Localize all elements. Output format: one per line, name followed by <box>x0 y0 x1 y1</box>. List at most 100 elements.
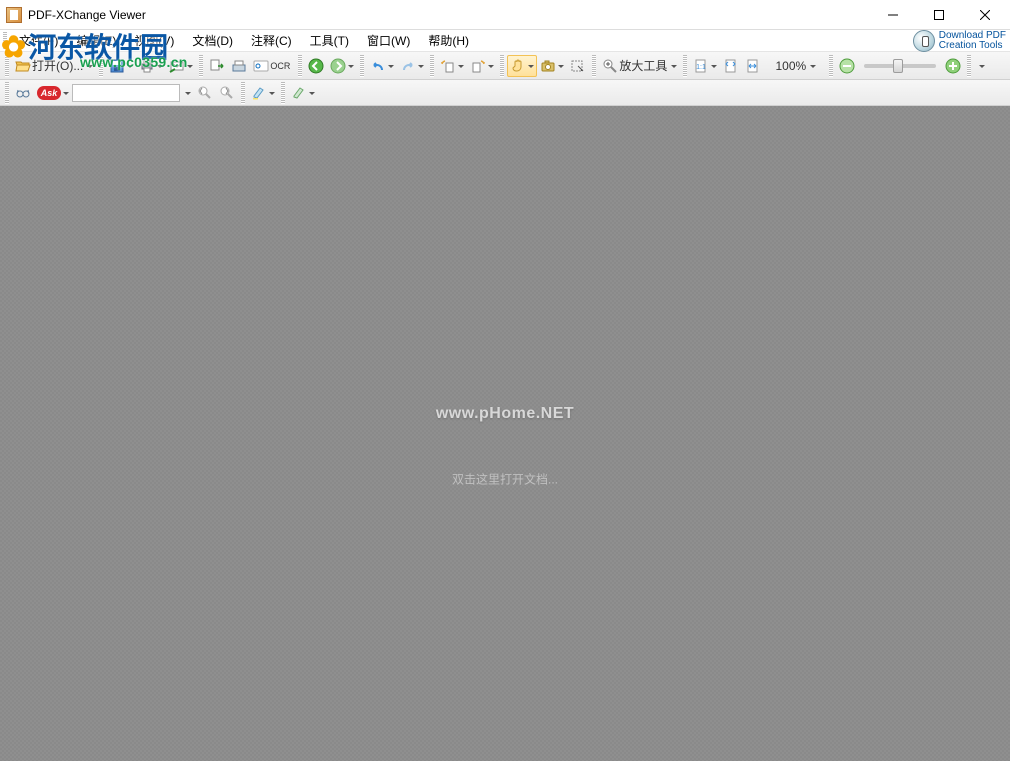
undo-button[interactable] <box>367 55 397 77</box>
toolbar-grip[interactable] <box>99 55 103 77</box>
scan-button[interactable] <box>228 55 250 77</box>
toolbar-grip[interactable] <box>199 55 203 77</box>
toolbar-grip[interactable] <box>298 55 302 77</box>
zoom-slider[interactable] <box>864 64 936 68</box>
app-icon <box>6 7 22 23</box>
zoom-tool-button[interactable]: 放大工具 <box>599 55 680 77</box>
select-icon <box>570 58 586 74</box>
menu-comment[interactable]: 注释(C) <box>242 30 301 51</box>
toolbar-grip[interactable] <box>5 82 9 104</box>
back-icon <box>308 58 324 74</box>
open-label: 打开(O)... <box>31 57 85 74</box>
zoom-level-combo[interactable]: 100% <box>764 55 826 77</box>
search-input[interactable] <box>72 84 180 102</box>
more-button[interactable] <box>974 55 988 77</box>
highlight-icon <box>251 85 267 101</box>
zoom-slider-thumb[interactable] <box>893 59 903 73</box>
save-button[interactable] <box>106 55 136 77</box>
back-button[interactable] <box>305 55 327 77</box>
redo-icon <box>400 58 416 74</box>
empty-hint-text: 双击这里打开文档... <box>452 471 558 488</box>
glasses-button[interactable] <box>12 82 34 104</box>
menu-window[interactable]: 窗口(W) <box>358 30 419 51</box>
toolbar-grip[interactable] <box>281 82 285 104</box>
ocr-label: OCR <box>269 61 292 71</box>
menu-file[interactable]: 文件(F) <box>10 30 67 51</box>
hand-tool-button[interactable] <box>507 55 537 77</box>
toolbar-grip[interactable] <box>592 55 596 77</box>
undo-icon <box>370 58 386 74</box>
toolbar-grip[interactable] <box>829 55 833 77</box>
print-icon <box>139 58 155 74</box>
toolbar-grip[interactable] <box>360 55 364 77</box>
download-label-line2: Creation Tools <box>939 41 1006 52</box>
toolbar-grip[interactable] <box>241 82 245 104</box>
zoom-icon <box>602 58 618 74</box>
snapshot-button[interactable] <box>537 55 567 77</box>
rotate-ccw-icon <box>440 58 456 74</box>
mail-button[interactable] <box>166 55 196 77</box>
rotate-cw-icon <box>470 58 486 74</box>
download-tools-icon <box>913 30 935 52</box>
find-prev-button[interactable] <box>194 82 216 104</box>
toolbar-grip[interactable] <box>5 55 9 77</box>
title-bar: PDF-XChange Viewer <box>0 0 1010 30</box>
actual-size-icon: 1:1 <box>693 58 709 74</box>
zoom-in-button[interactable] <box>942 55 964 77</box>
print-button[interactable] <box>136 55 166 77</box>
highlight-more-button[interactable] <box>288 82 318 104</box>
forward-icon <box>330 58 346 74</box>
download-pdf-tools-button[interactable]: Download PDF Creation Tools <box>913 30 1006 52</box>
save-icon <box>109 58 125 74</box>
ask-button[interactable]: Ask <box>34 82 72 104</box>
menu-view[interactable]: 视图(V) <box>125 30 183 51</box>
maximize-button[interactable] <box>916 0 962 30</box>
forward-button[interactable] <box>327 55 357 77</box>
ocr-icon <box>253 58 269 74</box>
export-button[interactable] <box>206 55 228 77</box>
highlight-next-icon <box>291 85 307 101</box>
folder-open-icon <box>15 58 31 74</box>
zoom-out-button[interactable] <box>836 55 858 77</box>
fit-width-button[interactable] <box>742 55 764 77</box>
minimize-button[interactable] <box>870 0 916 30</box>
toolbar-grip[interactable] <box>3 32 7 50</box>
watermark-text: www.pHome.NET <box>436 405 574 423</box>
find-prev-icon <box>197 85 213 101</box>
open-button[interactable]: 打开(O)... <box>12 55 96 77</box>
svg-text:1:1: 1:1 <box>696 64 706 71</box>
window-title: PDF-XChange Viewer <box>28 8 146 22</box>
toolbar-grip[interactable] <box>967 55 971 77</box>
snapshot-icon <box>540 58 556 74</box>
fit-width-icon <box>745 58 761 74</box>
ask-badge-icon: Ask <box>37 86 61 100</box>
menu-document[interactable]: 文档(D) <box>183 30 242 51</box>
search-options-button[interactable] <box>180 82 194 104</box>
menu-bar: 文件(F) 编辑(E) 视图(V) 文档(D) 注释(C) 工具(T) 窗口(W… <box>0 30 1010 52</box>
find-next-icon <box>219 85 235 101</box>
find-next-button[interactable] <box>216 82 238 104</box>
zoom-out-icon <box>839 58 855 74</box>
rotate-cw-button[interactable] <box>467 55 497 77</box>
mail-send-icon <box>169 58 185 74</box>
rotate-ccw-button[interactable] <box>437 55 467 77</box>
highlight-button[interactable] <box>248 82 278 104</box>
select-tool-button[interactable] <box>567 55 589 77</box>
redo-button[interactable] <box>397 55 427 77</box>
zoom-in-icon <box>945 58 961 74</box>
toolbar-grip[interactable] <box>683 55 687 77</box>
search-toolbar: Ask <box>0 80 1010 106</box>
toolbar-grip[interactable] <box>500 55 504 77</box>
hand-tool-icon <box>510 58 526 74</box>
toolbar-grip[interactable] <box>430 55 434 77</box>
document-viewport[interactable]: www.pHome.NET 双击这里打开文档... <box>0 106 1010 761</box>
zoom-tool-label: 放大工具 <box>618 57 669 74</box>
menu-help[interactable]: 帮助(H) <box>419 30 478 51</box>
fit-page-button[interactable] <box>720 55 742 77</box>
menu-tools[interactable]: 工具(T) <box>301 30 358 51</box>
ocr-button[interactable]: OCR <box>250 55 295 77</box>
close-button[interactable] <box>962 0 1008 30</box>
export-icon <box>209 58 225 74</box>
actual-size-button[interactable]: 1:1 <box>690 55 720 77</box>
menu-edit[interactable]: 编辑(E) <box>67 30 125 51</box>
